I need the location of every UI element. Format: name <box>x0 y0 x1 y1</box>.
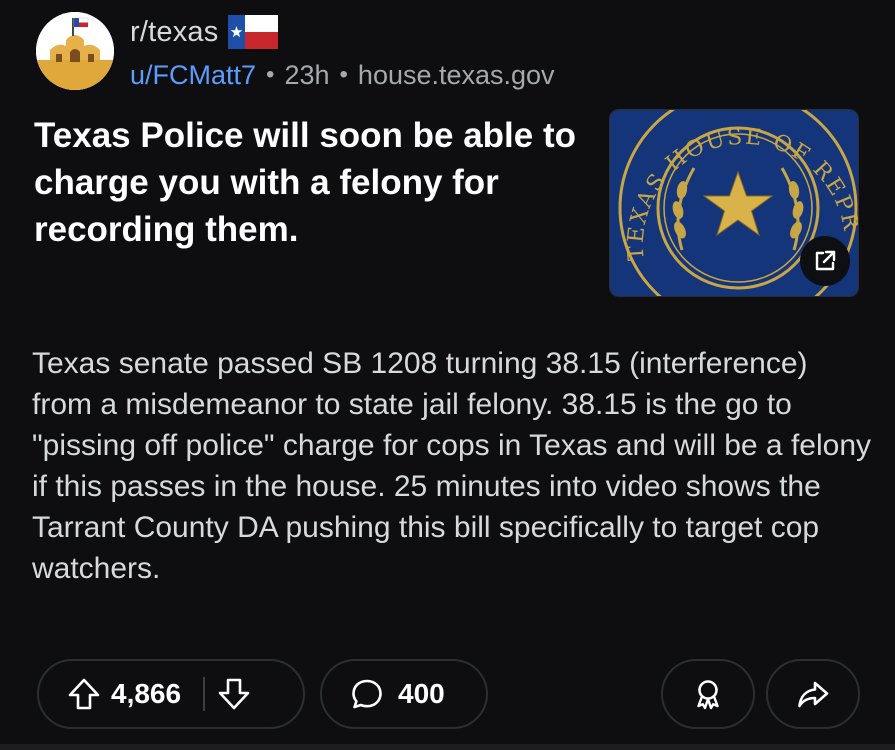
link-thumbnail[interactable]: TEXAS HOUSE OF REPRESENTATIVES <box>609 109 859 297</box>
external-link-icon <box>815 250 836 271</box>
meta-separator: • <box>339 61 348 88</box>
downvote-button[interactable] <box>217 677 251 711</box>
post-title[interactable]: Texas Police will soon be able to charge… <box>34 112 604 253</box>
share-arrow-icon <box>798 681 829 708</box>
post-divider <box>0 744 895 750</box>
comment-bubble-icon <box>352 679 382 709</box>
award-icon <box>697 680 719 710</box>
post-domain[interactable]: house.texas.gov <box>358 60 555 91</box>
comments-button[interactable]: 400 <box>320 659 488 729</box>
upvote-button[interactable] <box>67 677 101 711</box>
post-meta: u/FCMatt7 • 23h • house.texas.gov <box>130 56 555 94</box>
texas-flag-icon <box>228 15 279 49</box>
author-link[interactable]: u/FCMatt7 <box>130 60 256 91</box>
subreddit-row: r/texas <box>130 12 279 52</box>
post-body: Texas senate passed SB 1208 turning 38.1… <box>32 347 872 585</box>
alamo-avatar-icon <box>36 12 114 90</box>
subreddit-avatar[interactable] <box>36 12 114 90</box>
share-button[interactable] <box>766 659 860 729</box>
upvote-count: 4,866 <box>111 678 182 709</box>
downvote-arrow-icon <box>218 678 250 710</box>
award-button[interactable] <box>661 659 755 729</box>
subreddit-name[interactable]: r/texas <box>130 16 218 49</box>
vote-bar: 4,866 <box>37 659 305 729</box>
post-age: 23h <box>284 59 330 90</box>
upvote-arrow-icon <box>68 678 100 710</box>
vote-divider <box>203 677 206 711</box>
meta-separator: • <box>266 61 275 88</box>
external-link-button[interactable] <box>800 236 850 286</box>
comment-count: 400 <box>398 678 445 709</box>
